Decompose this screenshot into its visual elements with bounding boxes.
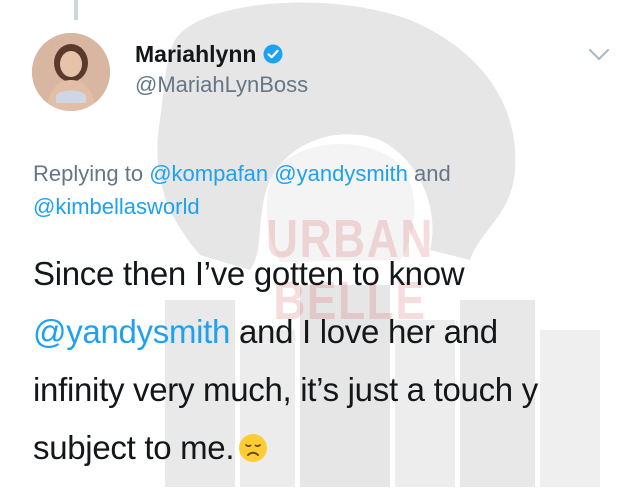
avatar-image [32,33,110,111]
tweet-line: Since then I’ve gotten to know [33,255,465,292]
replying-to: Replying to @kompafan @yandysmith and @k… [33,157,593,223]
tweet-line: subject to me. [33,419,618,477]
display-name-row: Mariahlynn [135,40,308,68]
author-block: Mariahlynn @MariahLynBoss [135,40,308,98]
mention-link[interactable]: @yandysmith [274,161,408,186]
disappointed-face-emoji-icon [239,434,268,462]
chevron-down-icon[interactable] [588,48,610,62]
tweet-line-text: and I love her and [230,313,498,350]
tweet-line-text: subject to me. [33,429,235,466]
replying-to-label: Replying to [33,161,144,186]
handle[interactable]: @MariahLynBoss [135,72,308,98]
thread-line [74,0,78,20]
tweet-text: Since then I’ve gotten to know @yandysmi… [33,245,618,477]
replying-to-conjunction: and [414,161,451,186]
avatar[interactable] [32,33,110,111]
tweet-line: infinity very much, it’s just a touch y [33,371,538,408]
mention-link[interactable]: @kompafan [149,161,268,186]
mention-link[interactable]: @yandysmith [33,313,230,350]
mention-link[interactable]: @kimbellasworld [33,194,200,219]
tweet-line: @yandysmith and I love her and [33,303,618,361]
verified-badge-icon [263,44,283,64]
display-name[interactable]: Mariahlynn [135,41,256,68]
